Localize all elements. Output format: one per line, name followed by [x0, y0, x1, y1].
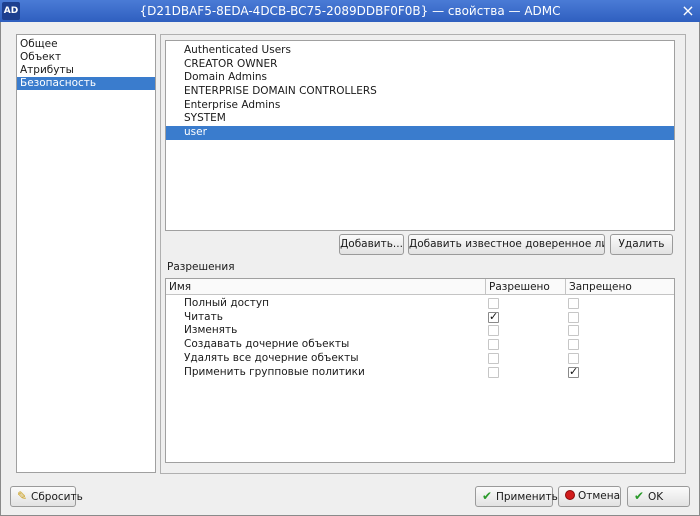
permissions-label: Разрешения — [167, 261, 235, 273]
trustee-item[interactable]: ENTERPRISE DOMAIN CONTROLLERS — [166, 85, 674, 99]
allowed-checkbox[interactable] — [488, 298, 499, 309]
broom-icon: ✎ — [16, 489, 28, 503]
trustee-item[interactable]: CREATOR OWNER — [166, 58, 674, 72]
trustee-list: Authenticated Users CREATOR OWNER Domain… — [165, 40, 675, 231]
permission-name: Читать — [184, 310, 223, 323]
permission-row: Полный доступ — [166, 297, 674, 311]
permission-name: Изменять — [184, 324, 238, 337]
permission-name: Создавать дочерние объекты — [184, 338, 350, 351]
denied-checkbox[interactable] — [568, 311, 579, 323]
column-header-allowed[interactable]: Разрешено — [486, 279, 566, 295]
nav-item-object[interactable]: Объект — [17, 51, 155, 64]
trustee-item[interactable]: Domain Admins — [166, 71, 674, 85]
allowed-checkbox[interactable] — [488, 339, 499, 351]
trustee-item[interactable]: Authenticated Users — [166, 44, 674, 58]
permission-row: Удалять все дочерние объекты — [166, 352, 674, 366]
allowed-checkbox[interactable] — [488, 352, 499, 364]
permission-name: Применить групповые политики — [184, 365, 365, 378]
denied-checkbox[interactable] — [568, 325, 579, 337]
cancel-button-label: Отмена — [578, 490, 621, 502]
checkmark-icon: ✔ — [633, 489, 645, 503]
cancel-button[interactable]: Отмена — [558, 486, 621, 507]
nav-item-attributes[interactable]: Атрибуты — [17, 64, 155, 77]
close-window-button[interactable]: × — [680, 3, 696, 19]
column-header-name[interactable]: Имя — [166, 279, 486, 295]
permission-name: Удалять все дочерние объекты — [184, 351, 359, 364]
denied-checkbox[interactable] — [568, 339, 579, 351]
allowed-checkbox[interactable] — [488, 310, 499, 323]
apply-button[interactable]: ✔ Применить — [475, 486, 558, 507]
allowed-checkbox[interactable] — [488, 325, 499, 337]
permission-row: Создавать дочерние объекты — [166, 338, 674, 352]
permission-row: Читать — [166, 310, 674, 325]
nav-item-general[interactable]: Общее — [17, 38, 155, 51]
ok-button-label: OK — [648, 491, 664, 503]
nav-item-security[interactable]: Безопасность — [17, 77, 155, 90]
ok-button[interactable]: ✔ OK — [627, 486, 690, 507]
column-header-denied[interactable]: Запрещено — [566, 279, 674, 295]
trustee-item[interactable]: Enterprise Admins — [166, 99, 674, 113]
trustee-item[interactable]: SYSTEM — [166, 112, 674, 126]
trustee-item-selected[interactable]: user — [166, 126, 674, 140]
add-well-known-trustee-button[interactable]: Добавить известное доверенное лицо... — [408, 234, 605, 255]
denied-checkbox[interactable] — [568, 352, 579, 364]
reset-button-label: Сбросить — [31, 491, 83, 503]
permission-row: Применить групповые политики — [166, 365, 674, 380]
remove-trustee-button[interactable]: Удалить — [610, 234, 673, 255]
denied-checkbox[interactable] — [568, 365, 579, 378]
permission-row: Изменять — [166, 324, 674, 338]
add-trustee-button[interactable]: Добавить... — [339, 234, 404, 255]
denied-checkbox[interactable] — [568, 298, 579, 309]
permissions-header: Имя Разрешено Запрещено — [166, 279, 674, 295]
allowed-checkbox[interactable] — [488, 366, 499, 378]
permission-name: Полный доступ — [184, 297, 269, 309]
permissions-table: Имя Разрешено Запрещено Полный доступ Чит… — [165, 278, 675, 463]
window-title: {D21DBAF5-8EDA-4DCB-BC75-2089DDBF0F0B} —… — [139, 4, 561, 18]
title-bar: AD {D21DBAF5-8EDA-4DCB-BC75-2089DDBF0F0B… — [0, 0, 700, 22]
reset-button[interactable]: ✎ Сбросить — [10, 486, 83, 507]
properties-nav-list: Общее Объект Атрибуты Безопасность — [16, 34, 156, 473]
checkmark-icon: ✔ — [481, 489, 493, 503]
apply-button-label: Применить — [496, 491, 558, 503]
stop-icon — [565, 490, 575, 500]
